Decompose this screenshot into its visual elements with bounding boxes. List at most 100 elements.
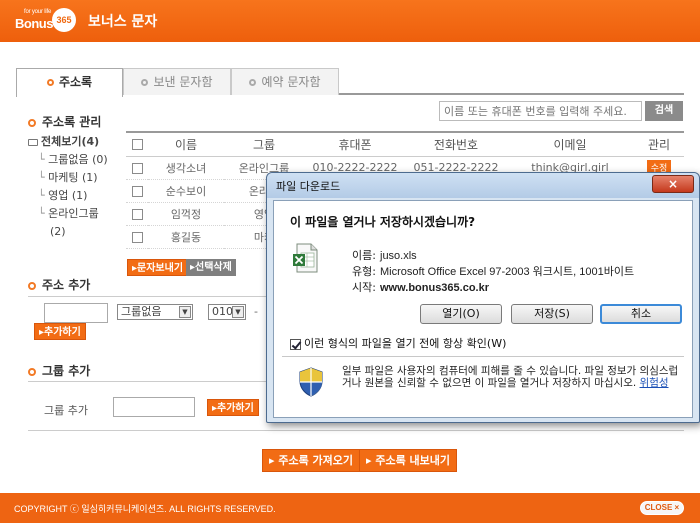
- file-source-label: 시작:: [352, 281, 376, 294]
- phone-prefix-select[interactable]: 010 ▼: [208, 304, 246, 320]
- tree-item-online-group[interactable]: └ 온라인그룹: [28, 205, 128, 223]
- export-address-button[interactable]: ▸ 주소록 내보내기: [359, 449, 458, 472]
- row-checkbox[interactable]: [131, 231, 143, 243]
- button-label: 선택삭제: [195, 262, 232, 273]
- logo-tagline: for your life: [24, 9, 52, 15]
- tab-label: 주소록: [58, 75, 93, 89]
- dialog-divider: [282, 356, 684, 357]
- dialog-close-button[interactable]: ×: [652, 175, 694, 193]
- select-value: 그룹없음: [121, 305, 162, 318]
- bonus365-logo: for your life Bonus 365: [14, 6, 76, 36]
- tab-dot-icon: [141, 79, 149, 86]
- dropdown-arrow-icon: ▼: [232, 306, 244, 318]
- tab-bar: 주소록 보낸 문자함 예약 문자함: [16, 68, 684, 97]
- group-add-heading: 그룹 추가: [28, 362, 90, 379]
- bullet-icon: [28, 281, 36, 290]
- tree-item-label: 온라인그룹: [48, 207, 99, 220]
- button-label: 주소록 가져오기: [278, 454, 354, 467]
- row-checkbox[interactable]: [131, 185, 143, 197]
- search-button[interactable]: 검색: [645, 101, 683, 121]
- tree-item-label: 영업 (1): [48, 189, 88, 202]
- file-name-value: juso.xls: [380, 250, 417, 262]
- phone-dash: -: [254, 305, 258, 318]
- dialog-question: 이 파일을 열거나 저장하시겠습니까?: [290, 215, 476, 229]
- button-label: 문자보내기: [137, 263, 184, 274]
- col-group: 그룹: [224, 131, 304, 157]
- file-type-value: Microsoft Office Excel 97-2003 워크시트, 100…: [380, 266, 635, 278]
- col-name: 이름: [148, 131, 224, 157]
- divider: [28, 430, 684, 431]
- delete-selected-button[interactable]: ▸선택삭제: [186, 259, 236, 276]
- heading-text: 주소 추가: [42, 278, 91, 292]
- group-tree: 전체보기(4) └ 그룹없음 (0) └ 마케팅 (1) └ 영업 (1) └ …: [28, 133, 128, 241]
- warning-text: 일부 파일은 사용자의 컴퓨터에 피해를 줄 수 있습니다. 파일 정보가 의심…: [342, 365, 679, 389]
- group-name-input[interactable]: [113, 397, 195, 417]
- tree-item-online-count: (2): [28, 223, 128, 241]
- select-value: 010: [212, 305, 233, 318]
- file-name-row: 이름: juso.xls: [344, 247, 417, 263]
- add-address-button[interactable]: ▸추가하기: [34, 323, 86, 340]
- tree-root-label: 전체보기(4): [41, 135, 100, 148]
- import-address-button[interactable]: ▸ 주소록 가져오기: [262, 449, 361, 472]
- select-all-checkbox[interactable]: [131, 139, 143, 151]
- tab-reserved-messages[interactable]: 예약 문자함: [231, 68, 339, 95]
- folder-icon: [28, 138, 38, 146]
- open-button[interactable]: 열기(O): [420, 304, 502, 324]
- file-type-row: 유형: Microsoft Office Excel 97-2003 워크시트, …: [344, 263, 634, 279]
- tab-dot-icon: [46, 79, 54, 86]
- cancel-button[interactable]: 취소: [600, 304, 682, 324]
- close-window-button[interactable]: CLOSE ×: [640, 501, 684, 515]
- file-name-label: 이름:: [352, 249, 376, 262]
- col-mobile: 휴대폰: [304, 131, 406, 157]
- heading-text: 주소록 관리: [42, 115, 102, 129]
- footer: COPYRIGHT ⓒ 일심히커뮤니케이션즈. ALL RIGHTS RESER…: [0, 493, 700, 523]
- dropdown-arrow-icon: ▼: [179, 306, 191, 318]
- dialog-title: 파일 다운로드: [276, 180, 341, 193]
- add-group-button[interactable]: ▸추가하기: [207, 399, 259, 416]
- send-sms-button[interactable]: ▸문자보내기: [127, 259, 189, 276]
- button-label: 주소록 내보내기: [375, 454, 451, 467]
- cell-name: 생각소녀: [148, 156, 224, 180]
- name-input[interactable]: [44, 303, 108, 323]
- tree-item-marketing[interactable]: └ 마케팅 (1): [28, 169, 128, 187]
- always-ask-checkbox[interactable]: [290, 338, 301, 350]
- tree-item-no-group[interactable]: └ 그룹없음 (0): [28, 151, 128, 169]
- tree-item-label: (2): [50, 225, 66, 238]
- tab-dot-icon: [249, 79, 257, 86]
- col-phone: 전화번호: [406, 131, 506, 157]
- row-checkbox[interactable]: [131, 208, 143, 220]
- divider: [28, 381, 268, 382]
- group-add-label: 그룹 추가: [44, 404, 88, 417]
- tree-item-label: 마케팅 (1): [48, 171, 98, 184]
- bullet-icon: [28, 118, 36, 127]
- logo-text: Bonus: [15, 16, 53, 31]
- tab-address-book[interactable]: 주소록: [16, 68, 123, 97]
- tab-sent-messages[interactable]: 보낸 문자함: [123, 68, 231, 95]
- tree-item-sales[interactable]: └ 영업 (1): [28, 187, 128, 205]
- shield-icon: [299, 367, 323, 397]
- risk-link[interactable]: 위험성: [640, 377, 669, 389]
- bullet-icon: [28, 367, 36, 376]
- dialog-titlebar[interactable]: 파일 다운로드 ×: [267, 173, 699, 198]
- tree-root[interactable]: 전체보기(4): [28, 133, 128, 151]
- heading-text: 그룹 추가: [42, 364, 91, 378]
- app-title: 보너스 문자: [88, 14, 158, 30]
- app-header: for your life Bonus 365 보너스 문자: [0, 0, 700, 42]
- always-ask-option[interactable]: 이런 형식의 파일을 열기 전에 항상 확인(W): [290, 335, 506, 351]
- group-select[interactable]: 그룹없음 ▼: [117, 304, 193, 320]
- save-button[interactable]: 저장(S): [511, 304, 593, 324]
- button-label: 추가하기: [217, 403, 254, 414]
- file-type-label: 유형:: [352, 265, 376, 278]
- tab-label: 보낸 문자함: [153, 75, 213, 89]
- cell-name: 순수보이: [148, 179, 224, 203]
- checkbox-label: 이런 형식의 파일을 열기 전에 항상 확인(W): [304, 337, 507, 350]
- row-checkbox[interactable]: [131, 162, 143, 174]
- address-mgmt-heading: 주소록 관리: [28, 113, 101, 130]
- file-source-value: www.bonus365.co.kr: [380, 282, 490, 294]
- button-label: 추가하기: [44, 327, 81, 338]
- search-input[interactable]: [439, 101, 642, 121]
- table-header-row: 이름 그룹 휴대폰 전화번호 이메일 관리: [126, 131, 684, 157]
- tab-label: 예약 문자함: [261, 75, 321, 89]
- col-manage: 관리: [634, 131, 684, 157]
- dialog-body: 이 파일을 열거나 저장하시겠습니까? 이름: juso.xls 유형: Micro…: [273, 200, 693, 418]
